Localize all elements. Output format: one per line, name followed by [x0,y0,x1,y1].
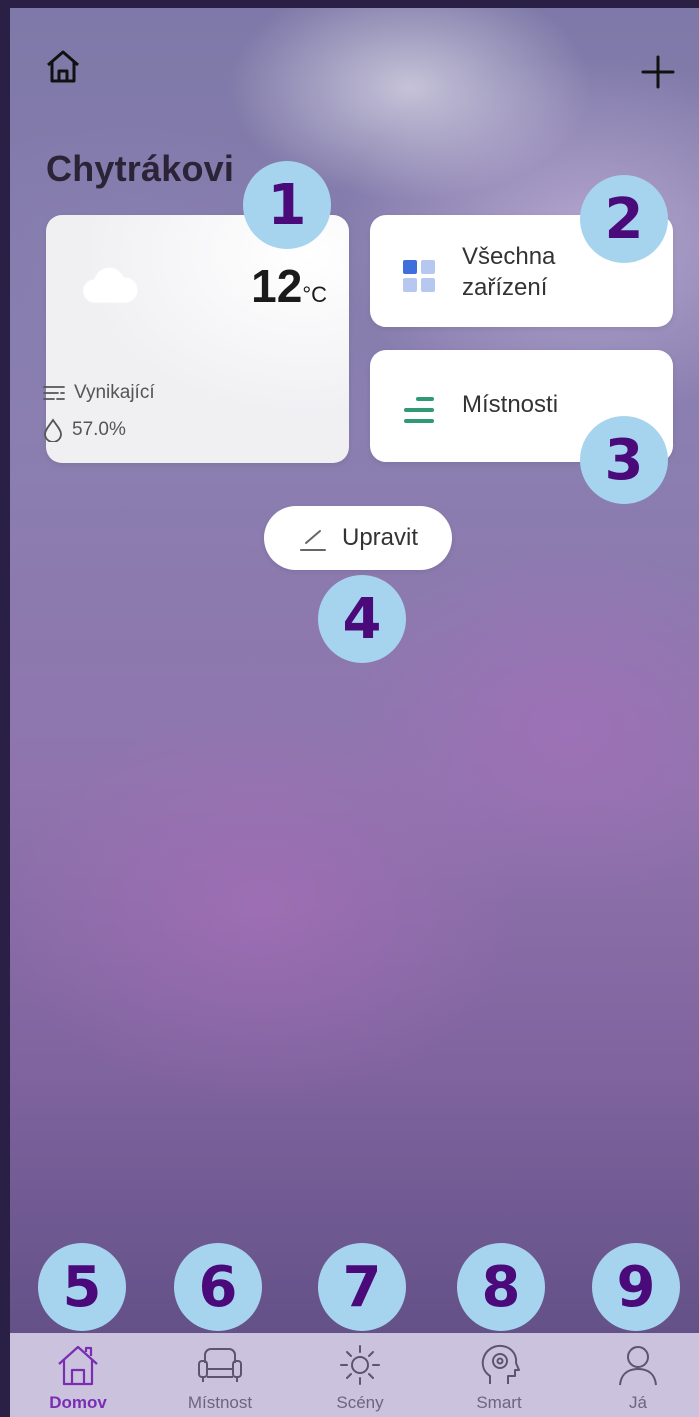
tab-me-label: Já [629,1393,647,1412]
brain-head-icon [476,1341,522,1389]
tab-scenes-label: Scény [336,1393,384,1412]
air-quality-icon [43,386,65,400]
callout-badge-2: 2 [580,175,668,263]
temperature-unit: °C [302,282,327,307]
temperature: 12°C [251,259,327,313]
callout-badge-5: 5 [38,1243,126,1331]
callout-badge-7: 7 [318,1243,406,1331]
humidity-text: 57.0% [72,419,126,440]
armchair-icon [195,1341,245,1389]
tab-me[interactable]: Já [578,1333,698,1417]
sun-icon [337,1341,383,1389]
callout-badge-8: 8 [457,1243,545,1331]
edit-button[interactable]: Upravit [264,506,452,570]
cloud-icon [82,265,139,310]
humidity-row: 57.0% [42,418,126,442]
tab-smart-label: Smart [476,1393,522,1412]
air-quality-text: Vynikající [74,382,155,403]
pencil-icon [299,530,326,551]
humidity-drop-icon [44,418,62,442]
app-screen: Chytrákovi 12°C Vynikající 57.0% Všechna… [10,8,699,1417]
edit-label: Upravit [341,524,419,551]
home-icon [55,1341,101,1389]
all-devices-label-line2: zařízení [462,274,548,301]
callout-badge-9: 9 [592,1243,680,1331]
callout-badge-1: 1 [243,161,331,249]
grid-icon [402,259,436,298]
tab-home[interactable]: Domov [18,1333,138,1417]
tab-home-label: Domov [49,1393,107,1412]
callout-badge-4: 4 [318,575,406,663]
tab-room-label: Místnost [187,1393,253,1412]
rooms-label: Místnosti [462,391,559,418]
tab-room[interactable]: Místnost [160,1333,280,1417]
user-icon [615,1341,661,1389]
home-icon[interactable] [42,46,84,88]
home-title: Chytrákovi [46,148,235,189]
temperature-value: 12 [251,260,303,312]
bottom-tab-bar: Domov Místnost Scény Smart Já [10,1333,699,1417]
callout-badge-6: 6 [174,1243,262,1331]
list-lines-icon [402,394,436,433]
all-devices-label: Všechna zařízení [462,241,555,303]
add-button[interactable] [636,50,680,94]
all-devices-label-line1: Všechna [462,243,556,270]
tab-smart[interactable]: Smart [439,1333,559,1417]
tab-scenes[interactable]: Scény [300,1333,420,1417]
callout-badge-3: 3 [580,416,668,504]
air-quality-row: Vynikající [42,382,155,404]
